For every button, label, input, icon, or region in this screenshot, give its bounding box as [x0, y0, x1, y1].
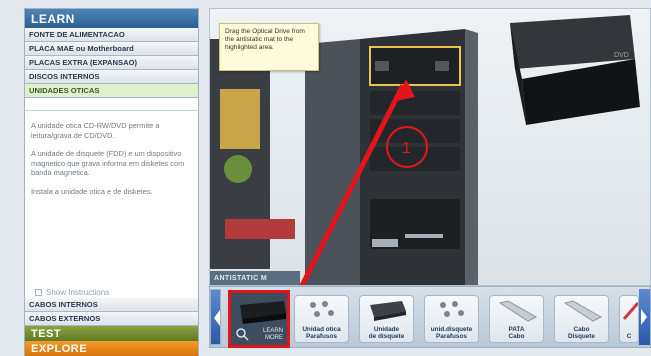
learn-header[interactable]: LEARN — [25, 9, 198, 28]
component-tray: LEARN MORE Unidad otica Parafusos Unidad… — [209, 286, 651, 348]
cable-icon — [622, 302, 638, 320]
tray-item-label: Cabo Disquete — [568, 326, 595, 340]
scroll-left-button[interactable] — [210, 289, 221, 345]
tray-item-floppy-cable[interactable]: Cabo Disquete — [554, 295, 609, 343]
tray-item-floppy-drive[interactable]: Unidade de disquete — [359, 295, 414, 343]
show-instructions-label: Show Instructions — [46, 288, 110, 297]
bottom-menu: CABOS INTERNOS CABOS EXTERNOS TEST EXPLO… — [25, 298, 198, 356]
screws-icon — [310, 301, 334, 317]
instruction-tooltip: Drag the Optical Drive from the antistat… — [219, 23, 319, 71]
tray-item-label: Unidade de disquete — [368, 326, 405, 340]
explore-button[interactable]: EXPLORE — [25, 341, 198, 356]
optical-drive-icon — [240, 301, 286, 324]
menu-item-discos[interactable]: DISCOS INTERNOS — [25, 70, 198, 84]
learn-more-optical-drive[interactable]: LEARN MORE — [228, 290, 290, 348]
menu-item-fonte[interactable]: FONTE DE ALIMENTACAO — [25, 28, 198, 42]
learn-more-label: LEARN MORE — [262, 328, 283, 341]
tray-item-label: PATA Cabo — [508, 326, 525, 340]
antistatic-mat-label: ANTISTATIC M — [210, 271, 300, 285]
pc-case-scene: DVD 1 Drag the Optical Drive from the an… — [209, 8, 651, 286]
app-window: LEARN FONTE DE ALIMENTACAO PLACA MAE ou … — [0, 0, 651, 356]
menu-item-unidades-oticas[interactable]: UNIDADES OTICAS — [25, 84, 198, 98]
description-paragraph: Instala a unidade otica e de disketes. — [31, 186, 153, 196]
ribbon-cable-icon — [563, 300, 603, 322]
ribbon-cable-icon — [498, 300, 538, 322]
show-instructions-toggle[interactable]: Show Instructions — [25, 287, 198, 298]
magnifier-icon — [236, 328, 249, 341]
menu-item-placa-mae[interactable]: PLACA MAE ou Motherboard — [25, 42, 198, 56]
menu-item-placas-extra[interactable]: PLACAS EXTRA (EXPANSAO) — [25, 56, 198, 70]
screws-icon — [440, 301, 464, 317]
description-paragraph: A unidade otica CD-RW/DVD permite a leit… — [31, 121, 160, 140]
scroll-right-button[interactable] — [639, 289, 650, 345]
floppy-drive-icon — [370, 301, 406, 321]
svg-text:DVD: DVD — [614, 52, 629, 59]
step-number: 1 — [402, 140, 411, 157]
tray-item-label: Unidad otica Parafusos — [302, 326, 341, 340]
description-paragraph: A unidade de disquete (FDD) e um disposi… — [31, 149, 185, 178]
description-text: A unidade otica CD-RW/DVD permite a leit… — [25, 110, 198, 295]
tray-item-cable-partial[interactable]: C — [619, 295, 639, 343]
test-button[interactable]: TEST — [25, 326, 198, 341]
chevron-right-icon — [641, 309, 647, 325]
chevron-left-icon — [214, 310, 220, 326]
tray-item-pata-cable[interactable]: PATA Cabo — [489, 295, 544, 343]
learn-panel: LEARN FONTE DE ALIMENTACAO PLACA MAE ou … — [24, 8, 199, 356]
tray-item-floppy-screws[interactable]: unid.disquete Parafusos — [424, 295, 479, 343]
tray-item-optical-screws[interactable]: Unidad otica Parafusos — [294, 295, 349, 343]
menu-item-cabos-internos[interactable]: CABOS INTERNOS — [25, 298, 198, 312]
checkbox[interactable] — [35, 289, 42, 296]
menu-item-cabos-externos[interactable]: CABOS EXTERNOS — [25, 312, 198, 326]
tray-item-label: unid.disquete Parafusos — [430, 326, 473, 340]
tray-item-label: C — [626, 333, 632, 340]
